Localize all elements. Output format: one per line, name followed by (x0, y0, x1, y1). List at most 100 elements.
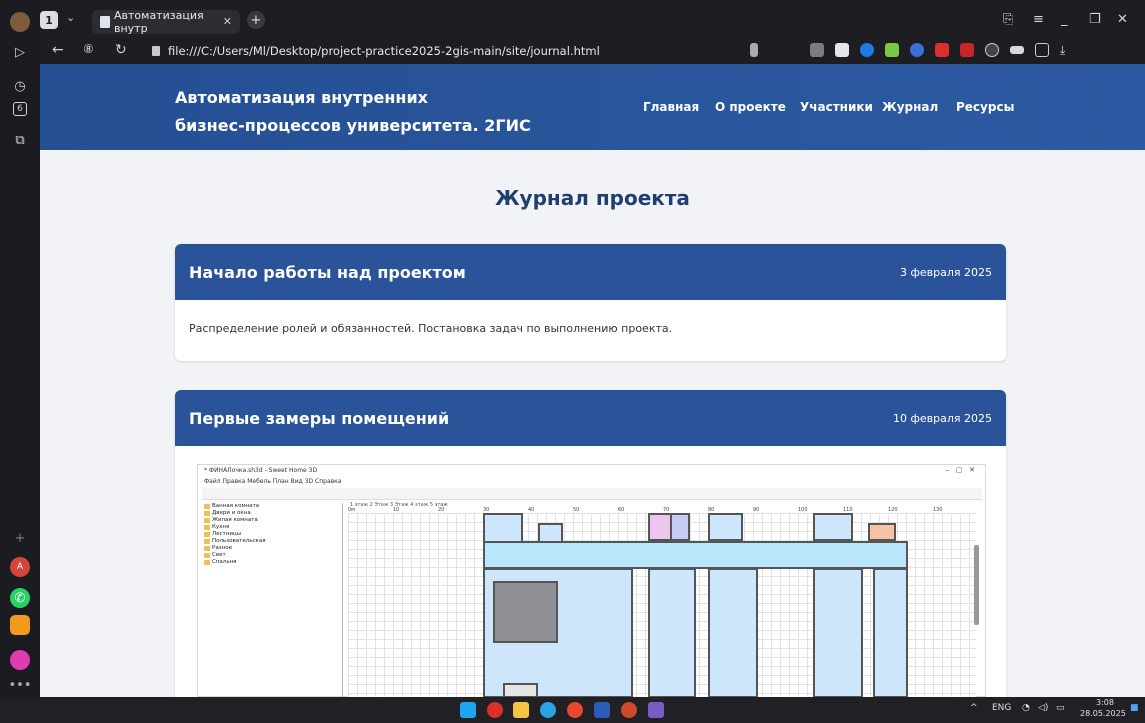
nav-resources[interactable]: Ресурсы (956, 100, 1014, 114)
site-brand[interactable]: Автоматизация внутренних бизнес-процессо… (175, 84, 535, 140)
winrar-icon[interactable] (648, 702, 664, 718)
easy-setup-icon[interactable]: ≡ (1033, 12, 1044, 27)
tree-item: Спальня (198, 559, 342, 566)
nav-journal[interactable]: Журнал (882, 100, 938, 114)
entry-date: 10 февраля 2025 (892, 411, 992, 425)
forward-icon[interactable]: ⑧ (83, 42, 94, 56)
entry-title: Первые замеры помещений (189, 408, 450, 428)
volume-icon[interactable]: ◁) (1038, 703, 1048, 713)
site-header: Автоматизация внутренних бизнес-процессо… (40, 64, 1145, 150)
plan-room (670, 513, 690, 541)
entry-header: Первые замеры помещений 10 февраля 2025 (175, 390, 1006, 446)
tree-item: Свет (198, 552, 342, 559)
opera-icon[interactable] (567, 702, 583, 718)
plan-stairs (503, 683, 538, 697)
extension-4-icon[interactable] (960, 43, 974, 57)
page-icon (100, 16, 110, 28)
entry-title: Начало работы над проектом (189, 262, 466, 282)
shot-floor-plan (348, 513, 976, 697)
clock-time[interactable]: 3:08 (1096, 698, 1114, 707)
bookmark-icon[interactable] (750, 43, 758, 57)
tab-title: Автоматизация внутр (114, 9, 204, 35)
plan-room (813, 568, 863, 697)
nav-home[interactable]: Главная (643, 100, 699, 114)
entry-screenshot: * ФИНАЛочка.sh3d - Sweet Home 3D – ▢ ✕ Ф… (197, 464, 986, 697)
extension-1-icon[interactable] (810, 43, 824, 57)
pin-icon[interactable] (1035, 43, 1049, 57)
nav-about[interactable]: О проекте (715, 100, 786, 114)
shot-window-title: * ФИНАЛочка.sh3d - Sweet Home 3D (204, 467, 318, 474)
wifi-icon[interactable]: ◔ (1022, 703, 1030, 713)
back-icon[interactable]: ← (52, 42, 64, 58)
reload-icon[interactable]: ↻ (115, 42, 127, 58)
minimize-icon[interactable]: _ (1061, 12, 1068, 27)
more-icon[interactable]: ••• (9, 675, 32, 695)
plan-room (708, 513, 743, 541)
tree-item: Ванная комната (198, 503, 342, 510)
new-tab-button[interactable]: + (247, 11, 265, 29)
explorer-icon[interactable] (513, 702, 529, 718)
plan-room (648, 568, 696, 697)
yandex-icon[interactable] (487, 702, 503, 718)
notification-icon[interactable]: ■ (1130, 703, 1139, 713)
tree-item: Лестницы (198, 531, 342, 538)
shot-menu: Файл Правка Мебель План Вид 3D Справка (204, 478, 342, 485)
clock-date[interactable]: 28.05.2025 (1080, 709, 1126, 718)
plan-room (708, 568, 758, 697)
tree-item: Жилая комната (198, 517, 342, 524)
shot-scrollbar (974, 545, 979, 625)
shot-furniture-tree: Ванная комната Двери и окна Жилая комнат… (198, 503, 343, 697)
shield-icon[interactable] (835, 43, 849, 57)
extension-3-icon[interactable] (910, 43, 924, 57)
restore-icon[interactable]: ❐ (1089, 12, 1101, 27)
tree-item: Двери и окна (198, 510, 342, 517)
snapshot-icon[interactable]: ⧉ (10, 130, 30, 150)
file-icon (152, 46, 160, 56)
url-field[interactable]: file:///C:/Users/Ml/Desktop/project-prac… (148, 40, 788, 62)
downloads-icon[interactable]: ⤓ (1060, 43, 1074, 57)
plan-corridor (483, 541, 908, 569)
shot-toolbar (202, 488, 982, 500)
close-window-icon[interactable]: ✕ (1117, 12, 1128, 27)
chevron-down-icon[interactable]: ⌄ (66, 11, 75, 24)
workspace-badge[interactable]: 1 (40, 11, 58, 29)
translate-icon[interactable]: A (10, 557, 30, 577)
telegram-icon[interactable] (540, 702, 556, 718)
add-sidebar-item-icon[interactable]: + (10, 528, 30, 548)
tree-item: Разное (198, 545, 342, 552)
plan-room (648, 513, 672, 541)
nav-members[interactable]: Участники (800, 100, 873, 114)
language-indicator[interactable]: ENG (992, 703, 1011, 713)
tray-chevron-icon[interactable]: ^ (970, 703, 978, 713)
powerpoint-icon[interactable] (621, 702, 637, 718)
snap-icon[interactable]: ⎘ (1003, 12, 1013, 27)
extension-5-icon[interactable] (985, 43, 999, 57)
youtube-ext-icon[interactable] (935, 43, 949, 57)
extension-2-icon[interactable] (860, 43, 874, 57)
journal-entry: Начало работы над проектом 3 февраля 202… (175, 244, 1006, 361)
tab-journal[interactable]: Автоматизация внутр ✕ (92, 9, 240, 35)
history-icon[interactable]: ◷ (10, 76, 30, 96)
whatsapp-icon[interactable]: ✆ (10, 588, 30, 608)
start-icon[interactable] (460, 702, 476, 718)
download-icon[interactable] (885, 43, 899, 57)
address-bar-row: ← ⑧ ↻ file:///C:/Users/Ml/Desktop/projec… (40, 38, 1145, 64)
word-icon[interactable] (594, 702, 610, 718)
player-icon[interactable]: ▷ (10, 42, 30, 62)
plan-stage (493, 581, 558, 643)
url-text: file:///C:/Users/Ml/Desktop/project-prac… (168, 44, 600, 58)
shot-window-controls: – ▢ ✕ (945, 466, 975, 474)
entry-header: Начало работы над проектом 3 февраля 202… (175, 244, 1006, 300)
battery-icon[interactable]: ▭ (1056, 703, 1065, 713)
tabs-count-icon[interactable]: 6 (13, 102, 27, 116)
mail-icon[interactable] (10, 615, 30, 635)
page-title: Журнал проекта (495, 186, 690, 210)
tree-item: Пользовательская (198, 538, 342, 545)
entry-text: Распределение ролей и обязанностей. Пост… (189, 322, 673, 335)
brand-line-1: Автоматизация внутренних (175, 88, 428, 107)
close-tab-icon[interactable]: ✕ (223, 15, 232, 28)
profile-avatar-icon[interactable] (10, 12, 30, 32)
aria-icon[interactable] (10, 650, 30, 670)
tree-item: Кухня (198, 524, 342, 531)
battery-saver-icon[interactable] (1010, 46, 1024, 54)
